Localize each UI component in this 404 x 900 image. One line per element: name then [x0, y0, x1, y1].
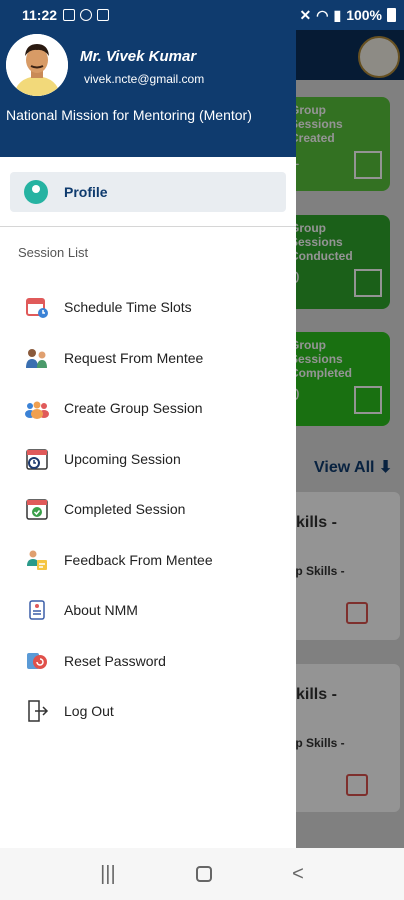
menu-item-completed-session[interactable]: Completed Session	[0, 484, 296, 535]
avatar[interactable]	[6, 34, 68, 96]
battery-icon	[387, 8, 396, 22]
feedback-icon	[24, 547, 50, 573]
menu-label: Log Out	[64, 703, 114, 720]
mentor-mentee-icon	[24, 345, 50, 371]
system-navigation-bar: ||| <	[0, 848, 404, 900]
mute-icon: ✕	[299, 6, 312, 23]
menu-item-about-nmm[interactable]: About NMM	[0, 585, 296, 636]
menu-label: About NMM	[64, 602, 138, 619]
back-icon[interactable]: <	[292, 863, 304, 886]
menu-item-feedback-from-mentee[interactable]: Feedback From Mentee	[0, 535, 296, 586]
menu-item-log-out[interactable]: Log Out	[0, 686, 296, 737]
menu-item-create-group-session[interactable]: Create Group Session	[0, 383, 296, 434]
menu-label: Schedule Time Slots	[64, 299, 192, 316]
sync-notification-icon	[80, 9, 93, 21]
menu-label: Request From Mentee	[64, 349, 204, 366]
menu-item-schedule-time-slots[interactable]: Schedule Time Slots	[0, 282, 296, 333]
recent-apps-icon[interactable]: |||	[100, 863, 116, 886]
menu-item-reset-password[interactable]: Reset Password	[0, 636, 296, 687]
app-notification-icon	[97, 9, 110, 21]
user-name: Mr. Vivek Kumar	[80, 48, 197, 65]
status-time: 11:22	[22, 7, 58, 23]
calendar-clock-icon	[24, 294, 50, 320]
logout-icon	[24, 698, 50, 724]
menu-label: Create Group Session	[64, 400, 203, 417]
profile-icon	[24, 180, 48, 204]
completed-calendar-icon	[24, 496, 50, 522]
upcoming-calendar-icon	[24, 446, 50, 472]
signal-icon: ▮	[333, 6, 342, 23]
reset-password-icon	[24, 648, 50, 674]
status-bar: 11:22 ✕ ◠ ▮ 100%	[0, 0, 404, 30]
session-menu: Schedule Time Slots Request From Mentee …	[0, 282, 296, 737]
menu-label: Upcoming Session	[64, 450, 181, 467]
home-icon[interactable]	[195, 866, 212, 882]
menu-item-upcoming-session[interactable]: Upcoming Session	[0, 434, 296, 485]
section-title: Session List	[18, 245, 89, 260]
profile-menu-item[interactable]: Profile	[10, 172, 286, 212]
profile-label: Profile	[64, 184, 108, 200]
organization-role: National Mission for Mentoring (Mentor)	[6, 107, 252, 123]
navigation-drawer: Mr. Vivek Kumar vivek.ncte@gmail.com Nat…	[0, 0, 296, 848]
about-icon	[24, 597, 50, 623]
menu-label: Completed Session	[64, 501, 186, 518]
user-email: vivek.ncte@gmail.com	[84, 72, 205, 86]
menu-item-request-from-mentee[interactable]: Request From Mentee	[0, 333, 296, 384]
battery-percent: 100%	[346, 7, 382, 23]
menu-label: Feedback From Mentee	[64, 551, 213, 568]
menu-label: Reset Password	[64, 652, 166, 669]
wifi-icon: ◠	[316, 6, 329, 23]
group-icon	[24, 395, 50, 421]
divider	[0, 226, 296, 227]
gallery-notification-icon	[63, 9, 76, 21]
